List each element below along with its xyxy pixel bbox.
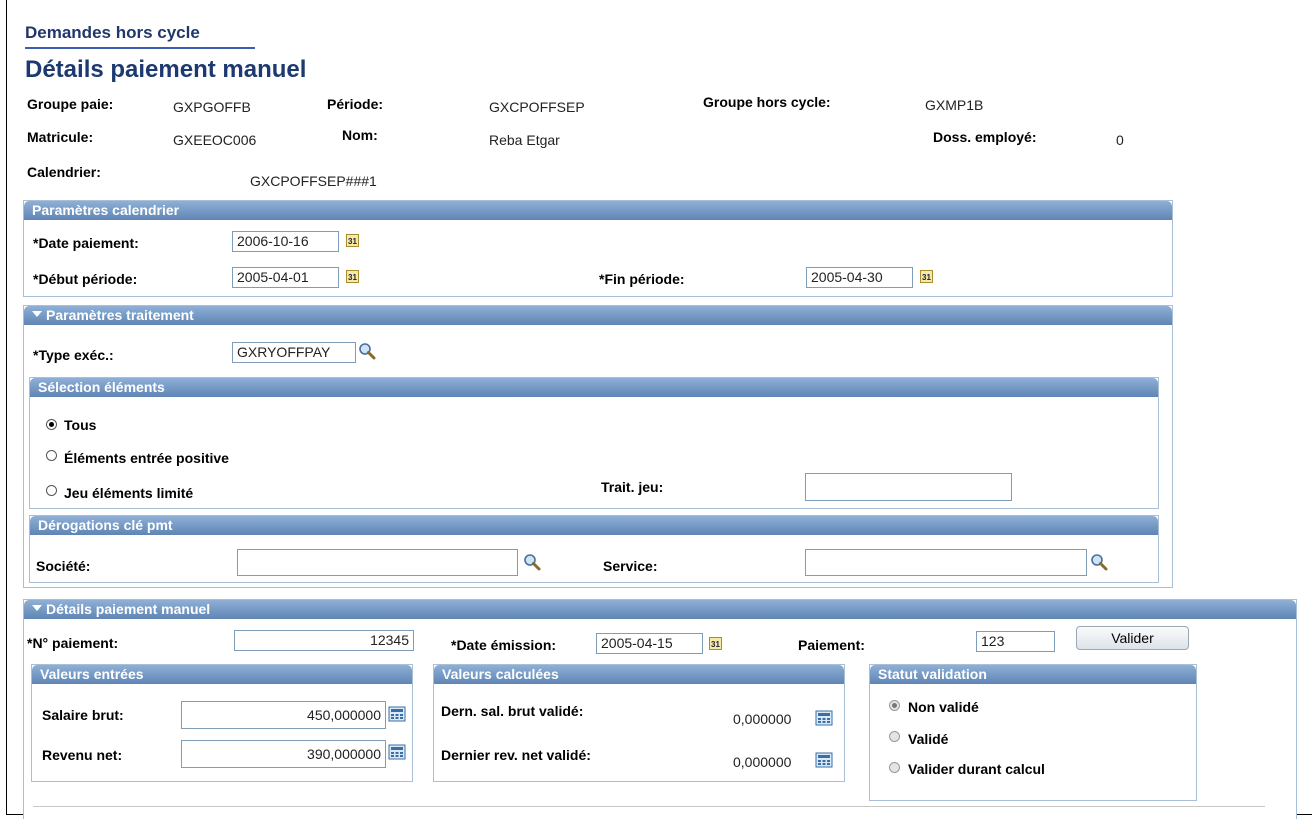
calculator-icon[interactable]	[388, 706, 406, 722]
calendrier-label: Calendrier:	[27, 164, 101, 180]
groupe-hors-cycle-label: Groupe hors cycle:	[703, 94, 831, 110]
societe-label: Société:	[36, 558, 91, 574]
dern-sal-brut-value: 0,000000	[733, 711, 792, 727]
breadcrumb-link[interactable]: Demandes hors cycle	[25, 23, 200, 43]
calendar-icon[interactable]: 31	[346, 270, 359, 283]
entered-values-header: Valeurs entrées	[32, 665, 412, 684]
doss-employe-label: Doss. employé:	[933, 129, 1037, 145]
calendar-icon[interactable]: 31	[709, 637, 722, 650]
paiement-input[interactable]: 123	[976, 631, 1055, 652]
groupe-paie-label: Groupe paie:	[27, 96, 114, 112]
lookup-icon[interactable]	[523, 553, 541, 571]
valider-button[interactable]: Valider	[1076, 626, 1189, 650]
dernier-rev-net-value: 0,000000	[733, 754, 792, 770]
debut-periode-label: *Début période:	[33, 271, 138, 287]
fin-periode-input[interactable]: 2005-04-30	[806, 267, 913, 288]
date-emission-label: *Date émission:	[451, 637, 557, 653]
nom-value: Reba Etgar	[489, 132, 560, 148]
manual-payment-header[interactable]: Détails paiement manuel	[24, 600, 1296, 619]
radio-elements-positive[interactable]	[46, 450, 57, 461]
radio-valide-label: Validé	[908, 731, 949, 747]
calculator-icon[interactable]	[388, 744, 406, 760]
matricule-label: Matricule:	[27, 129, 94, 145]
process-params-title: Paramètres traitement	[46, 307, 194, 323]
fin-periode-label: *Fin période:	[599, 271, 685, 287]
groupe-hors-cycle-value: GXMP1B	[925, 97, 984, 113]
societe-input[interactable]	[237, 549, 518, 576]
matricule-value: GXEEOC006	[173, 132, 257, 148]
overrides-header: Dérogations clé pmt	[30, 516, 1158, 535]
groupe-paie-value: GXPGOFFB	[173, 99, 251, 115]
periode-value: GXCPOFFSEP	[489, 99, 585, 115]
lookup-icon[interactable]	[1090, 553, 1108, 571]
type-exec-label: *Type exéc.:	[33, 347, 114, 363]
doss-employe-value: 0	[1116, 132, 1124, 148]
no-paiement-label: *N° paiement:	[27, 635, 119, 651]
calendar-params-header: Paramètres calendrier	[24, 201, 1172, 220]
lookup-icon[interactable]	[358, 342, 376, 360]
trait-jeu-label: Trait. jeu:	[601, 479, 664, 495]
trait-jeu-input[interactable]	[805, 473, 1012, 501]
radio-jeu-limite-label: Jeu éléments limité	[64, 485, 194, 501]
revenu-net-input[interactable]: 390,000000	[181, 740, 386, 768]
divider	[33, 806, 1265, 807]
debut-periode-input[interactable]: 2005-04-01	[232, 267, 339, 288]
manual-payment-title: Détails paiement manuel	[46, 601, 211, 617]
calendar-icon[interactable]: 31	[920, 270, 933, 283]
periode-label: Période:	[327, 96, 384, 112]
service-input[interactable]	[805, 549, 1087, 576]
nom-label: Nom:	[342, 127, 378, 143]
calendrier-value: GXCPOFFSEP###1	[250, 173, 377, 189]
process-params-header[interactable]: Paramètres traitement	[24, 306, 1172, 325]
calendar-icon[interactable]: 31	[346, 234, 359, 247]
radio-tous-label: Tous	[64, 417, 97, 433]
dern-sal-brut-label: Dern. sal. brut validé:	[441, 703, 584, 719]
calculator-icon[interactable]	[815, 710, 833, 726]
paiement-label: Paiement:	[798, 637, 865, 653]
collapse-triangle-icon[interactable]	[32, 605, 42, 612]
page-title: Détails paiement manuel	[25, 56, 307, 83]
radio-jeu-limite[interactable]	[46, 485, 57, 496]
dernier-rev-net-label: Dernier rev. net validé:	[441, 747, 591, 763]
type-exec-input[interactable]: GXRYOFFPAY	[232, 342, 356, 363]
breadcrumb-underline	[25, 47, 255, 49]
salaire-brut-input[interactable]: 450,000000	[181, 701, 386, 729]
service-label: Service:	[603, 558, 658, 574]
radio-non-valide-label: Non validé	[908, 699, 979, 715]
calculator-icon[interactable]	[815, 752, 833, 768]
revenu-net-label: Revenu net:	[42, 747, 123, 763]
radio-valider-durant-calcul[interactable]	[889, 762, 900, 773]
no-paiement-input[interactable]: 12345	[234, 630, 414, 651]
validation-status-header: Statut validation	[870, 665, 1196, 684]
radio-non-valide[interactable]	[889, 700, 900, 711]
radio-elements-positive-label: Éléments entrée positive	[64, 450, 229, 466]
element-selection-header: Sélection éléments	[30, 378, 1158, 397]
date-emission-input[interactable]: 2005-04-15	[596, 633, 703, 654]
calculated-values-header: Valeurs calculées	[434, 665, 844, 684]
date-paiement-input[interactable]: 2006-10-16	[232, 231, 339, 252]
collapse-triangle-icon[interactable]	[32, 311, 42, 318]
salaire-brut-label: Salaire brut:	[42, 707, 124, 723]
radio-valide[interactable]	[889, 731, 900, 742]
radio-valider-durant-calcul-label: Valider durant calcul	[908, 761, 1045, 777]
date-paiement-label: *Date paiement:	[33, 235, 139, 251]
radio-tous[interactable]	[46, 419, 57, 430]
calendar-params-group: Paramètres calendrier	[23, 200, 1173, 297]
